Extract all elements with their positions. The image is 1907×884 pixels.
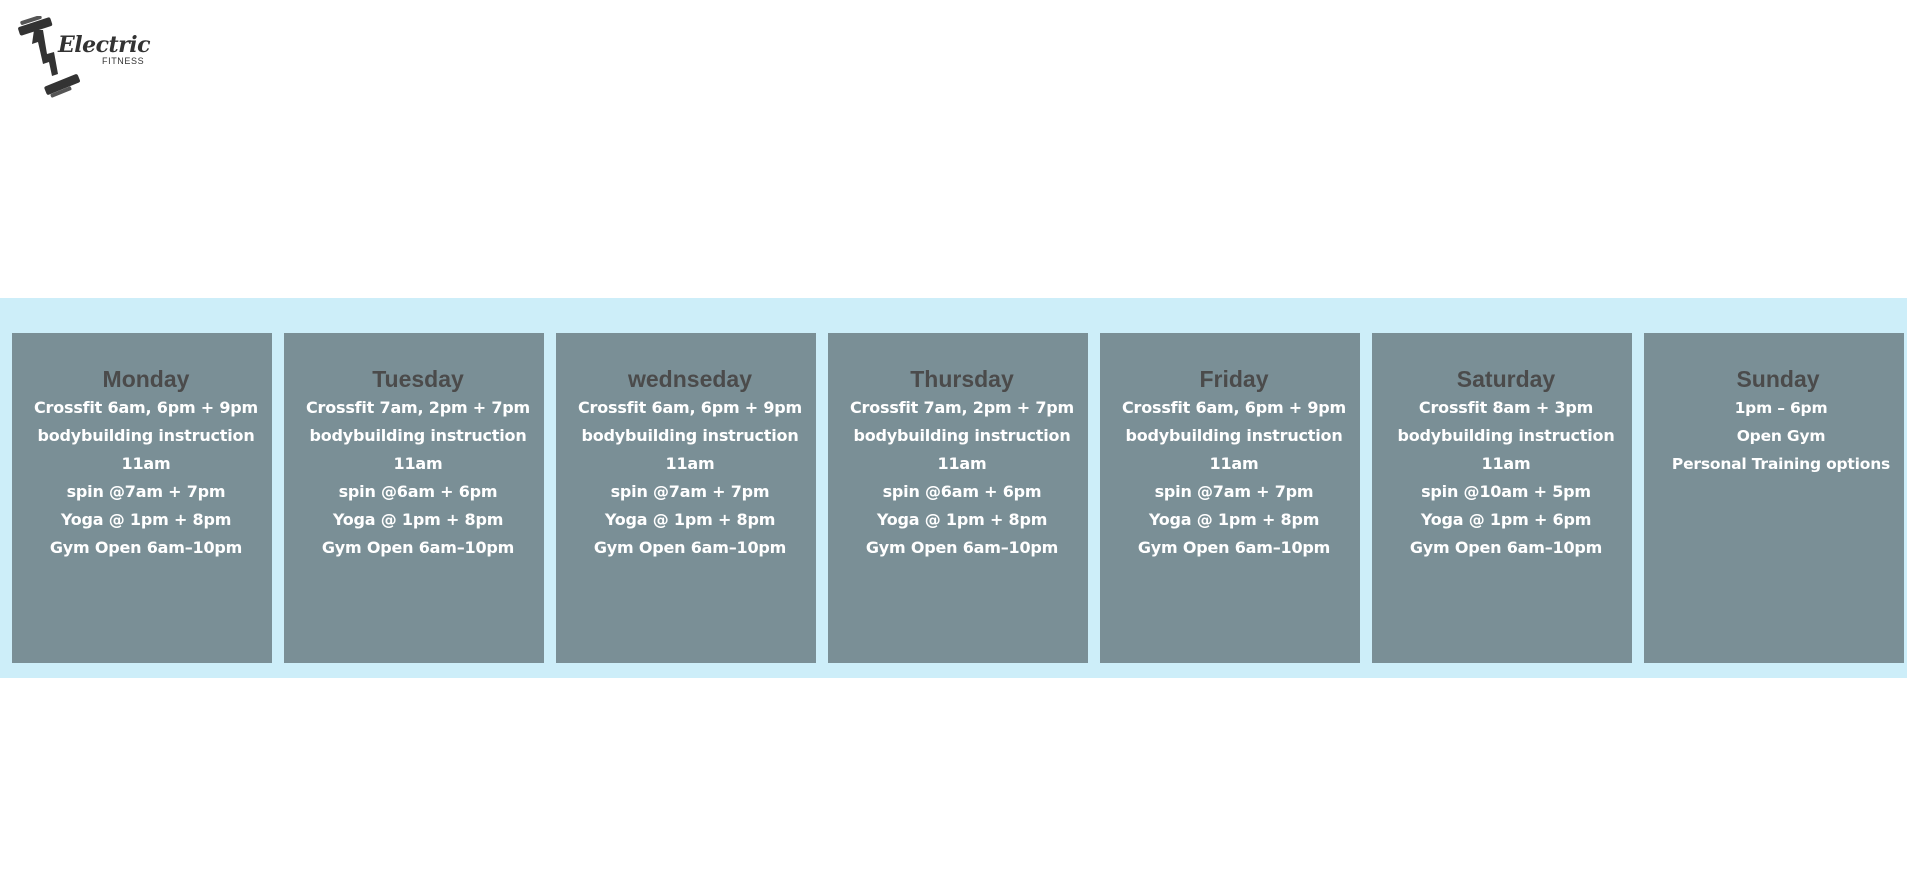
schedule-line: bodybuilding instruction: [1125, 426, 1343, 445]
schedule-line: bodybuilding instruction: [309, 426, 527, 445]
day-card-sunday: Sunday 1pm – 6pm Open Gym Personal Train…: [1644, 333, 1904, 663]
schedule-line: Crossfit 8am + 3pm: [1418, 398, 1594, 417]
brand-logo[interactable]: Electric FITNESS: [16, 16, 151, 102]
schedule-line: 11am: [1481, 454, 1531, 473]
schedule-line: 11am: [665, 454, 715, 473]
schedule-line: spin @6am + 6pm: [882, 482, 1042, 501]
schedule-line: spin @7am + 7pm: [610, 482, 770, 501]
schedule-line: Crossfit 7am, 2pm + 7pm: [305, 398, 531, 417]
schedule-line: Personal Training options: [1671, 455, 1891, 473]
day-title: Sunday: [1736, 366, 1820, 392]
day-title: Monday: [102, 366, 190, 392]
day-title: Thursday: [910, 366, 1014, 392]
day-title: Saturday: [1456, 366, 1556, 392]
schedule-line: spin @7am + 7pm: [66, 482, 226, 501]
day-card-saturday: Saturday Crossfit 8am + 3pm bodybuilding…: [1372, 333, 1632, 663]
schedule-line: Yoga @ 1pm + 8pm: [1148, 510, 1320, 529]
schedule-line: Gym Open 6am–10pm: [1137, 538, 1331, 557]
schedule-line: Yoga @ 1pm + 8pm: [60, 510, 232, 529]
schedule-line: Crossfit 6am, 6pm + 9pm: [577, 398, 803, 417]
schedule-line: 11am: [937, 454, 987, 473]
schedule-line: Gym Open 6am–10pm: [593, 538, 787, 557]
brand-subtitle: FITNESS: [102, 56, 145, 66]
schedule-line: 11am: [1209, 454, 1259, 473]
schedule-line: Crossfit 6am, 6pm + 9pm: [1121, 398, 1347, 417]
schedule-line: Yoga @ 1pm + 8pm: [604, 510, 776, 529]
schedule-line: bodybuilding instruction: [1397, 426, 1615, 445]
schedule-line: spin @6am + 6pm: [338, 482, 498, 501]
day-card-friday: Friday Crossfit 6am, 6pm + 9pm bodybuild…: [1100, 333, 1360, 663]
schedule-line: 1pm – 6pm: [1734, 399, 1828, 417]
schedule-line: 11am: [393, 454, 443, 473]
day-card-wednesday: wednseday Crossfit 6am, 6pm + 9pm bodybu…: [556, 333, 816, 663]
schedule-line: bodybuilding instruction: [37, 426, 255, 445]
schedule-line: Open Gym: [1736, 427, 1826, 445]
schedule-band: Monday Crossfit 6am, 6pm + 9pm bodybuild…: [0, 298, 1907, 678]
schedule-line: bodybuilding instruction: [853, 426, 1071, 445]
schedule-line: bodybuilding instruction: [581, 426, 799, 445]
schedule-line: Crossfit 7am, 2pm + 7pm: [849, 398, 1075, 417]
schedule-cards: Monday Crossfit 6am, 6pm + 9pm bodybuild…: [12, 333, 1904, 663]
day-title: Tuesday: [372, 366, 464, 392]
schedule-line: 11am: [121, 454, 171, 473]
schedule-line: Gym Open 6am–10pm: [865, 538, 1059, 557]
schedule-line: Yoga @ 1pm + 8pm: [332, 510, 504, 529]
lightning-dumbbell-icon: [18, 16, 80, 98]
day-title: Friday: [1199, 366, 1269, 392]
schedule-line: Gym Open 6am–10pm: [321, 538, 515, 557]
brand-name: Electric: [58, 32, 151, 58]
schedule-line: Gym Open 6am–10pm: [49, 538, 243, 557]
schedule-line: Yoga @ 1pm + 6pm: [1420, 510, 1592, 529]
day-card-monday: Monday Crossfit 6am, 6pm + 9pm bodybuild…: [12, 333, 272, 663]
schedule-line: spin @7am + 7pm: [1154, 482, 1314, 501]
schedule-line: Yoga @ 1pm + 8pm: [876, 510, 1048, 529]
schedule-line: Gym Open 6am–10pm: [1409, 538, 1603, 557]
schedule-line: spin @10am + 5pm: [1421, 482, 1591, 501]
schedule-line: Crossfit 6am, 6pm + 9pm: [33, 398, 259, 417]
day-card-tuesday: Tuesday Crossfit 7am, 2pm + 7pm bodybuil…: [284, 333, 544, 663]
day-card-thursday: Thursday Crossfit 7am, 2pm + 7pm bodybui…: [828, 333, 1088, 663]
day-title: wednseday: [628, 366, 752, 392]
